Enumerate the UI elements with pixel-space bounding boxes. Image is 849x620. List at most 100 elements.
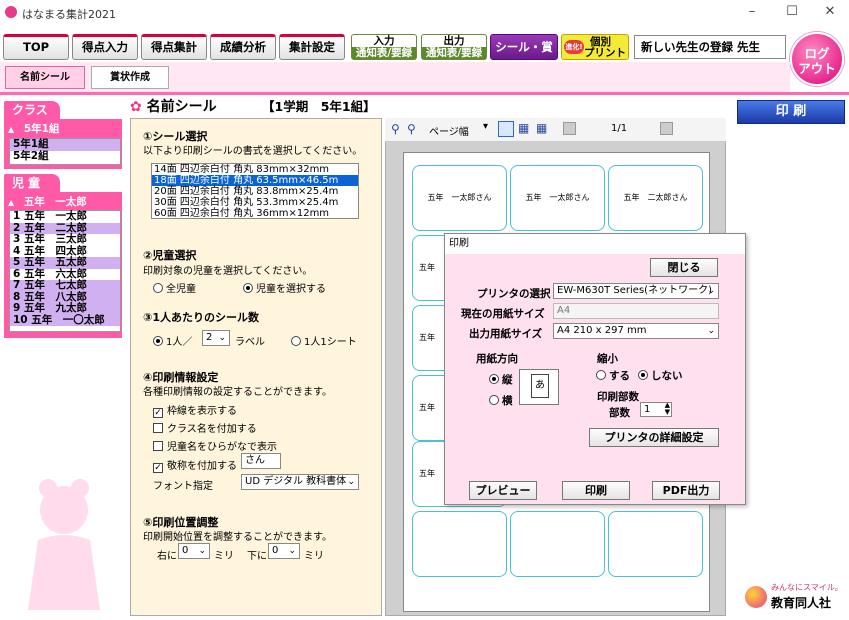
stepper-arrows-icon[interactable]: ▲ ▼ <box>665 402 670 416</box>
list-item[interactable]: 7 五年 七太郎 <box>10 279 120 292</box>
orientation-label: 用紙方向 <box>476 353 518 365</box>
list-item[interactable]: 14面 四辺余白付 角丸 83mm×32mm <box>152 164 358 175</box>
radio-shrink-yes[interactable]: する <box>596 368 630 383</box>
radio-choose-students[interactable]: 児童を選択する <box>243 280 326 295</box>
radio-shrink-no[interactable]: しない <box>638 368 683 383</box>
copies-stepper[interactable]: 1 ▲ ▼ <box>640 402 672 417</box>
orientation-page-icon: あ <box>531 374 549 398</box>
zoom-in-icon[interactable]: ⚲ <box>391 122 400 136</box>
logout-button[interactable]: ログ アウト <box>790 32 844 86</box>
radio-label: 1人／ <box>166 337 193 348</box>
radio-landscape[interactable]: 横 <box>489 393 513 408</box>
student-list[interactable]: 1 五年 一太郎 2 五年 二太郎 3 五年 三太郎 4 五年 四太郎 5 五年… <box>9 210 121 332</box>
tab-top[interactable]: TOP <box>3 34 69 60</box>
down-unit: ミリ <box>304 551 324 562</box>
maximize-icon[interactable]: ☐ <box>782 3 802 21</box>
printer-detail-button[interactable]: プリンタの詳細設定 <box>589 428 719 447</box>
tab-seal-certificate[interactable]: シール・賞状 <box>490 34 558 78</box>
printer-value: EW-M630T Series(ネットワーク) <box>557 285 712 296</box>
checkbox-class-name[interactable]: クラス名を付加する <box>153 420 257 435</box>
right-offset-select[interactable]: 0 ⌄ <box>178 543 210 559</box>
radio-one-sheet[interactable]: 1人1シート <box>291 333 357 348</box>
tab-score-input[interactable]: 得点入力 <box>72 34 138 60</box>
radio-label: 縦 <box>502 374 513 386</box>
list-item[interactable]: 5年2組 <box>10 150 120 163</box>
single-page-icon[interactable] <box>498 121 514 137</box>
checkbox-honorific[interactable]: ✓ 敬称を付加する <box>153 457 237 473</box>
current-paper-value: A4 <box>557 305 571 316</box>
list-item[interactable]: 18面 四辺余白付 角丸 63.5mm×46.5m <box>152 175 358 186</box>
student-chevron-icon: ▲ <box>8 198 15 207</box>
printer-label: プリンタの選択 <box>477 288 551 300</box>
preview-button[interactable]: プレビュー <box>469 481 537 500</box>
list-item[interactable]: 10 五年 一〇太郎 <box>10 314 120 326</box>
format-list[interactable]: 14面 四辺余白付 角丸 83mm×32mm 18面 四辺余白付 角丸 63.5… <box>151 163 359 219</box>
radio-label: 全児童 <box>166 284 196 295</box>
title-bar: はなまる集計2021 – ☐ ✕ <box>0 0 849 26</box>
minimize-icon[interactable]: – <box>742 3 762 21</box>
output-paper-select[interactable]: A4 210 x 297 mm ⌄ <box>553 323 719 339</box>
list-item[interactable]: 5年1組 <box>10 138 120 151</box>
list-item[interactable]: 60面 四辺余白付 角丸 36mm×12mm <box>152 208 358 218</box>
next-page-icon[interactable] <box>660 122 673 135</box>
list-item[interactable]: 20面 四辺余白付 角丸 83.8mm×25.4m <box>152 186 358 197</box>
checkbox-icon <box>153 423 163 433</box>
list-item[interactable]: 5 五年 五太郎 <box>10 256 120 269</box>
tab-output-report[interactable]: 出力 通知表/要録 <box>421 34 487 60</box>
font-select[interactable]: UD デジタル 教科書体 ⌄ <box>241 474 359 490</box>
radio-all-students[interactable]: 全児童 <box>153 280 196 295</box>
list-item[interactable]: 9 五年 九太郎 <box>10 302 120 315</box>
checkbox-hiragana[interactable]: 児童名をひらがなで表示 <box>153 438 277 453</box>
close-icon[interactable]: ✕ <box>820 3 840 21</box>
checkbox-border[interactable]: ✓ 枠線を表示する <box>153 402 237 418</box>
subtab-certificate[interactable]: 賞状作成 <box>91 66 169 89</box>
list-item[interactable]: 1 五年 一太郎 <box>10 210 120 223</box>
pdf-export-button[interactable]: PDF出力 <box>652 481 720 500</box>
radio-per-label[interactable]: 1人／ <box>153 333 192 348</box>
class-list[interactable]: 5年1組 5年2組 <box>9 138 121 165</box>
radio-label: 横 <box>502 395 513 407</box>
first-page-icon[interactable] <box>563 122 576 135</box>
current-paper-label: 現在の用紙サイズ <box>461 308 545 320</box>
new-badge: 進化! <box>564 40 584 54</box>
dialog-print-button[interactable]: 印刷 <box>562 481 630 500</box>
tab-analysis[interactable]: 成績分析 <box>210 34 276 60</box>
chevron-down-icon[interactable]: ▾ <box>483 121 488 132</box>
radio-icon <box>291 336 301 346</box>
window-title: はなまる集計2021 <box>22 8 116 21</box>
tab-input-report[interactable]: 入力 通知表/要録 <box>351 34 417 60</box>
print-tab-bottom: プリント <box>584 47 626 59</box>
teacher-name[interactable]: 新しい先生の登録 先生 <box>634 35 786 59</box>
tab-settings[interactable]: 集計設定 <box>279 34 345 60</box>
close-button[interactable]: 閉じる <box>650 258 718 277</box>
print-info-desc: 各種印刷情報の設定することができます。 <box>143 387 332 398</box>
checkbox-label: 敬称を付加する <box>167 461 237 472</box>
printer-select[interactable]: EW-M630T Series(ネットワーク) ⌄ <box>553 283 719 299</box>
output-paper-label: 出力用紙サイズ <box>469 328 543 340</box>
copies-value: 1 <box>644 404 651 415</box>
seal-cell: 五年 一太郎さん <box>510 165 605 231</box>
current-paper-field: A4 <box>553 303 719 319</box>
page-counter: 1/1 <box>611 123 628 134</box>
tab-individual-print[interactable]: 進化! 個別 プリント <box>561 34 629 60</box>
page-layout-icon[interactable]: ▦ <box>518 121 529 135</box>
mascot-decoration-icon <box>28 479 100 610</box>
zoom-mode[interactable]: ページ幅 <box>429 123 469 138</box>
right-unit: ミリ <box>214 551 234 562</box>
label-count-select[interactable]: 2 ⌄ <box>202 330 230 346</box>
print-button[interactable]: 印 刷 <box>737 100 845 124</box>
tab-score-total[interactable]: 得点集計 <box>141 34 207 60</box>
subtab-name-seal[interactable]: 名前シール <box>5 66 85 89</box>
radio-portrait[interactable]: 縦 <box>489 372 513 387</box>
font-value: UD デジタル 教科書体 <box>245 476 347 487</box>
seal-label: 五年 <box>419 403 435 412</box>
list-item[interactable]: 30面 四辺余白付 角丸 53.3mm×25.4m <box>152 197 358 208</box>
radio-icon <box>153 283 163 293</box>
per-person-heading: ③1人あたりのシール数 <box>143 311 259 324</box>
honorific-input[interactable]: さん <box>241 453 281 469</box>
zoom-out-icon[interactable]: ⚲ <box>407 122 416 136</box>
list-item[interactable]: 3 五年 三太郎 <box>10 233 120 246</box>
down-offset-select[interactable]: 0 ⌄ <box>268 543 300 559</box>
app-window: はなまる集計2021 – ☐ ✕ TOP 得点入力 得点集計 成績分析 集計設定… <box>0 0 849 620</box>
grid-view-icon[interactable]: ▦ <box>536 121 547 135</box>
